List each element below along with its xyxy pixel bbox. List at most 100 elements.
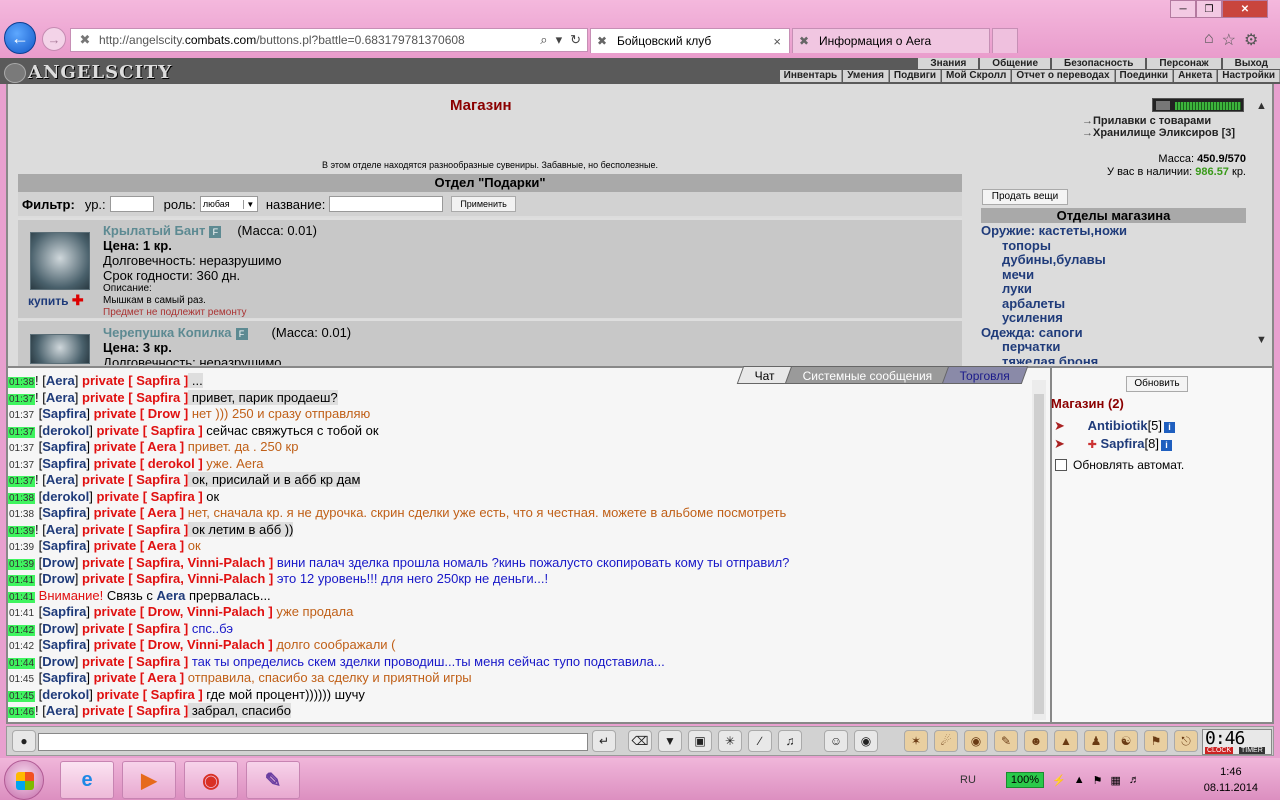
menu-exit[interactable]: Выход [1222, 58, 1280, 69]
chat-timestamp[interactable]: 01:37 [8, 476, 36, 487]
dept-swords[interactable]: мечи [981, 267, 1246, 283]
item-image-skull-bank[interactable] [30, 334, 90, 364]
item-name[interactable]: Крылатый Бант [103, 223, 205, 238]
menu-communication[interactable]: Общение [980, 58, 1050, 69]
menu-security[interactable]: Безопасность [1052, 58, 1146, 69]
address-bar[interactable]: ✖ http://angelscity. combats.com/buttons.… [70, 28, 588, 52]
user-name[interactable]: Antibiotik [1088, 418, 1148, 433]
chat-private-recipients[interactable]: private [ Drow ] [94, 406, 189, 421]
chat-nick[interactable]: Aera [156, 588, 185, 603]
chat-private-recipients[interactable]: private [ Drow, Vinni-Palach ] [94, 637, 273, 652]
buy-link[interactable]: купить ✚ [28, 292, 84, 309]
chat-timestamp[interactable]: 01:38 [8, 492, 36, 504]
chat-input[interactable] [38, 733, 588, 751]
dept-clothing-boots[interactable]: Одежда: сапоги [981, 325, 1246, 341]
chat-timestamp[interactable]: 01:41 [8, 575, 36, 586]
refresh-icon[interactable]: ↻ [570, 32, 581, 48]
chat-nick[interactable]: Sapfira [42, 538, 86, 553]
stop-action-icon[interactable]: ✳ [718, 730, 742, 752]
chat-nick[interactable]: Aera [46, 373, 75, 388]
chat-private-recipients[interactable]: private [ Sapfira ] [82, 472, 188, 487]
settings-gear-icon[interactable]: ⚙ [1244, 30, 1258, 50]
chat-private-recipients[interactable]: private [ Aera ] [94, 538, 185, 553]
battery-indicator[interactable]: 100% [1005, 772, 1045, 788]
submenu-settings[interactable]: Настройки [1218, 70, 1280, 82]
scroll-up-icon[interactable]: ▲ [1256, 100, 1267, 112]
send-enter-icon[interactable]: ↵ [592, 730, 616, 752]
close-window-button[interactable]: ✕ [1222, 0, 1268, 18]
chat-nick[interactable]: Sapfira [42, 604, 86, 619]
chat-nick[interactable]: Aera [46, 472, 75, 487]
filter-name-input[interactable] [329, 196, 444, 212]
network-icon[interactable]: ▦ [1111, 774, 1121, 787]
chat-timestamp[interactable]: 01:41 [8, 608, 35, 619]
chat-timestamp[interactable]: 01:37 [8, 443, 35, 454]
dept-clubs[interactable]: дубины,булавы [981, 252, 1246, 268]
chat-nick[interactable]: Sapfira [42, 505, 86, 520]
figure-icon[interactable]: ♟ [1084, 730, 1108, 752]
chat-timestamp[interactable]: 01:44 [8, 657, 36, 669]
chat-nick[interactable]: Sapfira [42, 406, 86, 421]
scroll-down-icon[interactable]: ▼ [1256, 334, 1267, 346]
chat-nick[interactable]: Aera [46, 703, 75, 718]
clock-label[interactable]: CLOCK [1205, 747, 1234, 754]
scroll-icon[interactable]: ✎ [994, 730, 1018, 752]
chat-timestamp[interactable]: 01:37 [8, 393, 36, 405]
chat-nick[interactable]: Drow [42, 621, 75, 636]
dept-axes[interactable]: топоры [981, 238, 1246, 254]
taskbar-ie-icon[interactable]: e [60, 761, 114, 799]
chat-nick[interactable]: Sapfira [42, 670, 86, 685]
save-log-icon[interactable]: ▣ [688, 730, 712, 752]
chat-timestamp[interactable]: 01:46 [8, 707, 36, 718]
filter-apply-button[interactable]: Применить [451, 196, 516, 212]
chat-private-recipients[interactable]: private [ derokol ] [94, 456, 203, 471]
item-name[interactable]: Черепушка Копилка [103, 325, 232, 340]
chat-refresh-icon[interactable]: ◉ [854, 730, 878, 752]
chat-private-recipients[interactable]: private [ Aera ] [94, 439, 185, 454]
chat-nick[interactable]: derokol [42, 489, 89, 504]
chevron-down-icon[interactable]: ▾ [556, 32, 563, 48]
chat-nick[interactable]: Sapfira [42, 637, 86, 652]
chat-nick[interactable]: Aera [46, 522, 75, 537]
dept-crossbows[interactable]: арбалеты [981, 296, 1246, 312]
timer-label[interactable]: TIMER [1239, 747, 1265, 754]
chat-private-recipients[interactable]: private [ Sapfira, Vinni-Palach ] [82, 571, 273, 586]
menu-character[interactable]: Персонаж [1147, 58, 1221, 69]
bag-icon[interactable]: ☄ [934, 730, 958, 752]
chat-private-recipients[interactable]: private [ Sapfira ] [82, 654, 188, 669]
dept-bows[interactable]: луки [981, 281, 1246, 297]
refresh-users-button[interactable]: Обновить [1126, 376, 1188, 392]
chat-timestamp[interactable]: 01:41 [8, 591, 36, 603]
home-icon[interactable]: ⌂ [1204, 30, 1214, 50]
dept-gloves[interactable]: перчатки [981, 339, 1246, 355]
browser-tab-2[interactable]: ✖ Информация о Aera [792, 28, 990, 53]
auto-refresh-checkbox[interactable] [1055, 459, 1067, 471]
flag-icon[interactable]: ⚑ [1144, 730, 1168, 752]
chat-nick[interactable]: Drow [42, 571, 75, 586]
volume-icon[interactable]: ♬ [1129, 774, 1140, 786]
chat-timestamp[interactable]: 01:45 [8, 690, 36, 702]
close-tab-icon[interactable]: × [773, 34, 781, 49]
taskbar-media-player-icon[interactable]: ▶ [122, 761, 176, 799]
chat-nick[interactable]: derokol [42, 687, 89, 702]
chat-private-recipients[interactable]: private [ Aera ] [94, 670, 185, 685]
chat-private-recipients[interactable]: private [ Sapfira ] [82, 390, 188, 405]
chat-timestamp[interactable]: 01:39 [8, 542, 35, 553]
dept-enhancements[interactable]: усиления [981, 310, 1246, 326]
chat-private-recipients[interactable]: private [ Sapfira ] [96, 423, 202, 438]
browser-tab-1[interactable]: ✖ Бойцовский клуб × [590, 28, 790, 53]
user-info-icon[interactable]: i [1164, 422, 1176, 433]
chat-private-recipients[interactable]: private [ Drow, Vinni-Palach ] [94, 604, 273, 619]
submenu-skills[interactable]: Умения [843, 70, 889, 82]
sell-items-button[interactable]: Продать вещи [982, 189, 1068, 205]
submenu-profile[interactable]: Анкета [1174, 70, 1218, 82]
submenu-feats[interactable]: Подвиги [889, 70, 942, 82]
filter-role-select[interactable]: любая ▼ [199, 196, 258, 212]
chat-private-recipients[interactable]: private [ Sapfira ] [96, 687, 202, 702]
link-stalls[interactable]: Прилавки с товарами [1082, 115, 1248, 127]
taskbar-clock[interactable]: 1:46 08.11.2014 [1204, 764, 1278, 796]
chat-timestamp[interactable]: 01:39 [8, 525, 36, 537]
chat-private-recipients[interactable]: private [ Sapfira ] [82, 522, 188, 537]
chat-timestamp[interactable]: 01:42 [8, 641, 35, 652]
chat-timestamp[interactable]: 01:38 [8, 509, 35, 520]
